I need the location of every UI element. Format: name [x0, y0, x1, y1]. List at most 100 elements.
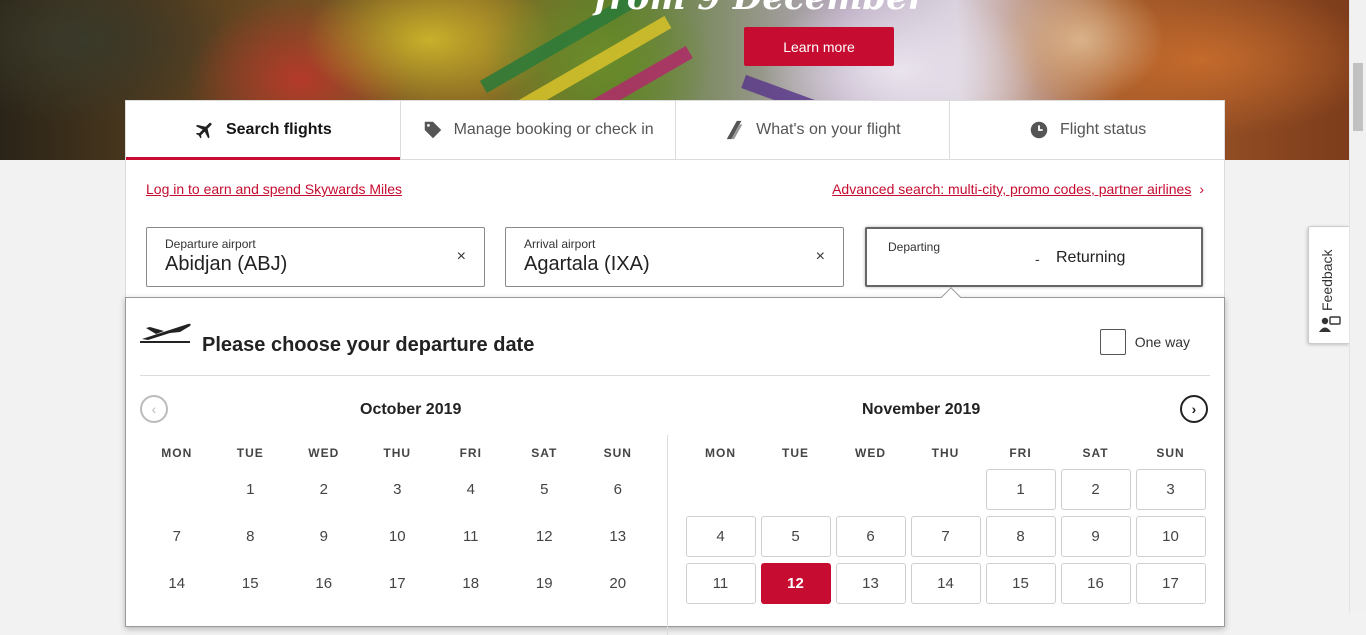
- tag-icon: [424, 121, 441, 139]
- day-cell[interactable]: 14: [908, 560, 983, 607]
- day-cell[interactable]: 3: [1133, 466, 1208, 513]
- weekday-header: SUN: [603, 446, 632, 460]
- day-number: 14: [168, 575, 186, 592]
- day-number: 17: [388, 575, 406, 592]
- day-cell[interactable]: 2: [1058, 466, 1133, 513]
- day-cell[interactable]: 2: [287, 466, 361, 513]
- day-cell[interactable]: 10: [1133, 513, 1208, 560]
- day-cell[interactable]: 17: [1133, 560, 1208, 607]
- tailfin-icon: [726, 120, 743, 140]
- day-cell[interactable]: 9: [287, 513, 361, 560]
- day-cell[interactable]: 5: [758, 513, 833, 560]
- day-cell[interactable]: 7: [908, 513, 983, 560]
- day-cell[interactable]: 11: [683, 560, 758, 607]
- tab-whats-on-flight[interactable]: What's on your flight: [676, 101, 951, 159]
- weekday-header: SUN: [1156, 446, 1185, 460]
- calendar-panel: Please choose your departure date One wa…: [125, 287, 1225, 635]
- day-number: 2: [1060, 469, 1131, 510]
- day-number: 9: [1060, 516, 1131, 557]
- day-cell[interactable]: 8: [983, 513, 1058, 560]
- weekday-header: TUE: [236, 446, 264, 460]
- learn-more-button[interactable]: Learn more: [744, 27, 894, 66]
- returning-label[interactable]: Returning: [1056, 249, 1125, 267]
- day-cell[interactable]: 6: [581, 466, 655, 513]
- feedback-icon: [1319, 316, 1341, 332]
- day-cell[interactable]: 12: [508, 513, 582, 560]
- date-picker-field[interactable]: Departing - Returning: [865, 227, 1203, 287]
- day-cell[interactable]: 15: [983, 560, 1058, 607]
- weekday-header: TUE: [782, 446, 809, 460]
- day-cell[interactable]: 9: [1058, 513, 1133, 560]
- day-cell[interactable]: 10: [361, 513, 435, 560]
- advanced-search: Advanced search: multi-city, promo codes…: [832, 181, 1204, 197]
- day-number: 16: [1060, 563, 1131, 604]
- day-cell[interactable]: 11: [434, 513, 508, 560]
- day-number: 2: [319, 481, 328, 498]
- day-cell[interactable]: 17: [361, 560, 435, 607]
- departure-airport-value[interactable]: Abidjan (ABJ): [165, 253, 287, 276]
- day-number: 19: [535, 575, 553, 592]
- weekday-header: MON: [705, 446, 736, 460]
- day-cell[interactable]: 13: [833, 560, 908, 607]
- scrollbar[interactable]: [1349, 0, 1366, 613]
- day-cell[interactable]: 16: [1058, 560, 1133, 607]
- advanced-search-link[interactable]: Advanced search: multi-city, promo codes…: [832, 181, 1191, 197]
- day-number: 12: [760, 563, 831, 604]
- field-label: Departure airport: [165, 237, 256, 251]
- hero-title: from 9 December: [560, 0, 960, 18]
- clear-icon[interactable]: ×: [457, 248, 466, 266]
- feedback-tab[interactable]: Feedback: [1308, 226, 1350, 344]
- day-number: 7: [910, 516, 981, 557]
- weekday-header: THU: [383, 446, 412, 460]
- november-grid: MON TUE WED THU FRI SAT SUN 1 2 3 4 5 6 7 8 9 10 11 12 13 14…: [683, 446, 1208, 607]
- feedback-label: Feedback: [1319, 249, 1335, 311]
- tab-manage-booking[interactable]: Manage booking or check in: [401, 101, 676, 159]
- clear-icon[interactable]: ×: [816, 248, 825, 266]
- clock-icon: [1030, 121, 1048, 139]
- day-cell[interactable]: 15: [214, 560, 288, 607]
- day-number: 6: [835, 516, 906, 557]
- departure-airport-field[interactable]: Departure airport Abidjan (ABJ) ×: [146, 227, 485, 287]
- arrival-airport-field[interactable]: Arrival airport Agartala (IXA) ×: [505, 227, 844, 287]
- tab-label: Manage booking or check in: [453, 121, 654, 138]
- day-cell[interactable]: 16: [287, 560, 361, 607]
- day-number: 15: [985, 563, 1056, 604]
- day-cell[interactable]: 20: [581, 560, 655, 607]
- one-way-checkbox[interactable]: [1099, 329, 1126, 355]
- day-cell[interactable]: 4: [683, 513, 758, 560]
- skywards-login-link[interactable]: Log in to earn and spend Skywards Miles: [146, 181, 402, 197]
- next-month-button[interactable]: ›: [1180, 395, 1208, 423]
- tab-flight-status[interactable]: Flight status: [950, 101, 1224, 159]
- day-cell[interactable]: 4: [434, 466, 508, 513]
- day-cell[interactable]: 1: [214, 466, 288, 513]
- day-cell[interactable]: 3: [361, 466, 435, 513]
- day-number: 17: [1135, 563, 1206, 604]
- tab-search-flights[interactable]: Search flights: [126, 101, 401, 160]
- empty-day-cell: [833, 466, 908, 513]
- tab-bar: Search flights Manage booking or check i…: [126, 101, 1224, 160]
- day-cell[interactable]: 6: [833, 513, 908, 560]
- day-cell[interactable]: 18: [434, 560, 508, 607]
- day-number: 11: [462, 528, 479, 545]
- day-cell[interactable]: 1: [983, 466, 1058, 513]
- arrival-airport-value[interactable]: Agartala (IXA): [524, 253, 650, 276]
- scrollbar-thumb[interactable]: [1353, 63, 1363, 131]
- day-cell[interactable]: 5: [508, 466, 582, 513]
- weekday-header: FRI: [1009, 446, 1032, 460]
- weekday-header: THU: [931, 446, 960, 460]
- day-cell[interactable]: 13: [581, 513, 655, 560]
- day-number: 7: [172, 528, 181, 545]
- one-way-option[interactable]: One way: [1099, 329, 1190, 355]
- day-cell[interactable]: 12: [758, 560, 833, 607]
- day-number: 8: [985, 516, 1056, 557]
- day-cell[interactable]: 19: [508, 560, 582, 607]
- day-cell[interactable]: 7: [140, 513, 214, 560]
- chevron-right-icon: ›: [1191, 401, 1197, 417]
- day-cell[interactable]: 14: [140, 560, 214, 607]
- weekday-header: MON: [161, 446, 193, 460]
- empty-day-cell: [908, 466, 983, 513]
- previous-month-button[interactable]: ‹: [140, 395, 168, 423]
- weekday-header: SAT: [531, 446, 558, 460]
- day-cell[interactable]: 8: [214, 513, 288, 560]
- day-number: 12: [535, 528, 553, 545]
